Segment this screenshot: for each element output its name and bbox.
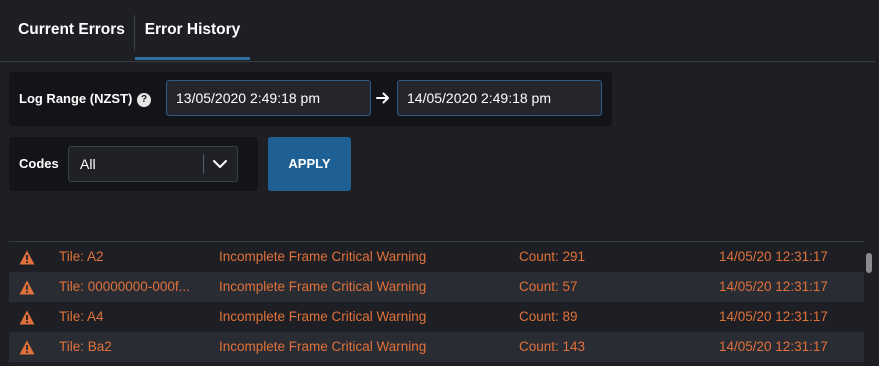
log-range-label: Log Range (NZST) [19,91,133,106]
error-timestamp: 14/05/20 12:31:17 [719,249,828,264]
codes-panel: Codes All [9,137,258,191]
error-message: Incomplete Frame Critical Warning [219,249,427,264]
apply-button[interactable]: APPLY [268,137,351,191]
warning-icon [19,310,35,325]
warning-icon [19,340,35,355]
error-tile: Tile: 00000000-000f... [59,279,190,294]
warning-icon [19,250,35,265]
error-tile: Tile: A4 [59,309,104,324]
error-timestamp: 14/05/20 12:31:17 [719,309,828,324]
arrow-right-icon [376,92,389,104]
warning-icon [19,280,35,295]
error-message: Incomplete Frame Critical Warning [219,309,427,324]
tab-error-history[interactable]: Error History [135,0,250,60]
help-icon[interactable]: ? [137,93,151,107]
start-date-input[interactable]: 13/05/2020 2:49:18 pm [166,80,371,116]
error-message: Incomplete Frame Critical Warning [219,339,427,354]
error-tile: Tile: Ba2 [59,339,112,354]
error-row[interactable]: Tile: 00000000-000f... Incomplete Frame … [9,272,864,302]
error-count: Count: 143 [519,339,586,354]
error-count: Count: 57 [519,279,578,294]
error-row[interactable]: Tile: Ba2 Incomplete Frame Critical Warn… [9,332,864,362]
error-message: Incomplete Frame Critical Warning [219,279,427,294]
error-timestamp: 14/05/20 12:31:17 [719,339,828,354]
tab-current-errors[interactable]: Current Errors [8,0,135,60]
end-date-input[interactable]: 14/05/2020 2:49:18 pm [397,80,602,116]
tab-bar: Current Errors Error History [0,0,875,62]
error-history-list: Tile: A2 Incomplete Frame Critical Warni… [9,241,864,366]
codes-label: Codes [19,156,59,171]
codes-select-value: All [80,156,96,172]
error-count: Count: 291 [519,249,586,264]
error-tile: Tile: A2 [59,249,104,264]
codes-select[interactable]: All [68,146,238,182]
error-timestamp: 14/05/20 12:31:17 [719,279,828,294]
chevron-down-icon[interactable] [212,156,228,172]
select-divider [203,154,204,174]
error-count: Count: 89 [519,309,578,324]
list-scrollbar[interactable] [866,253,872,273]
error-row[interactable]: Tile: A2 Incomplete Frame Critical Warni… [9,242,864,272]
active-tab-indicator [135,57,250,60]
log-range-panel: Log Range (NZST) ? 13/05/2020 2:49:18 pm… [9,72,612,126]
error-row[interactable]: Tile: A4 Incomplete Frame Critical Warni… [9,302,864,332]
